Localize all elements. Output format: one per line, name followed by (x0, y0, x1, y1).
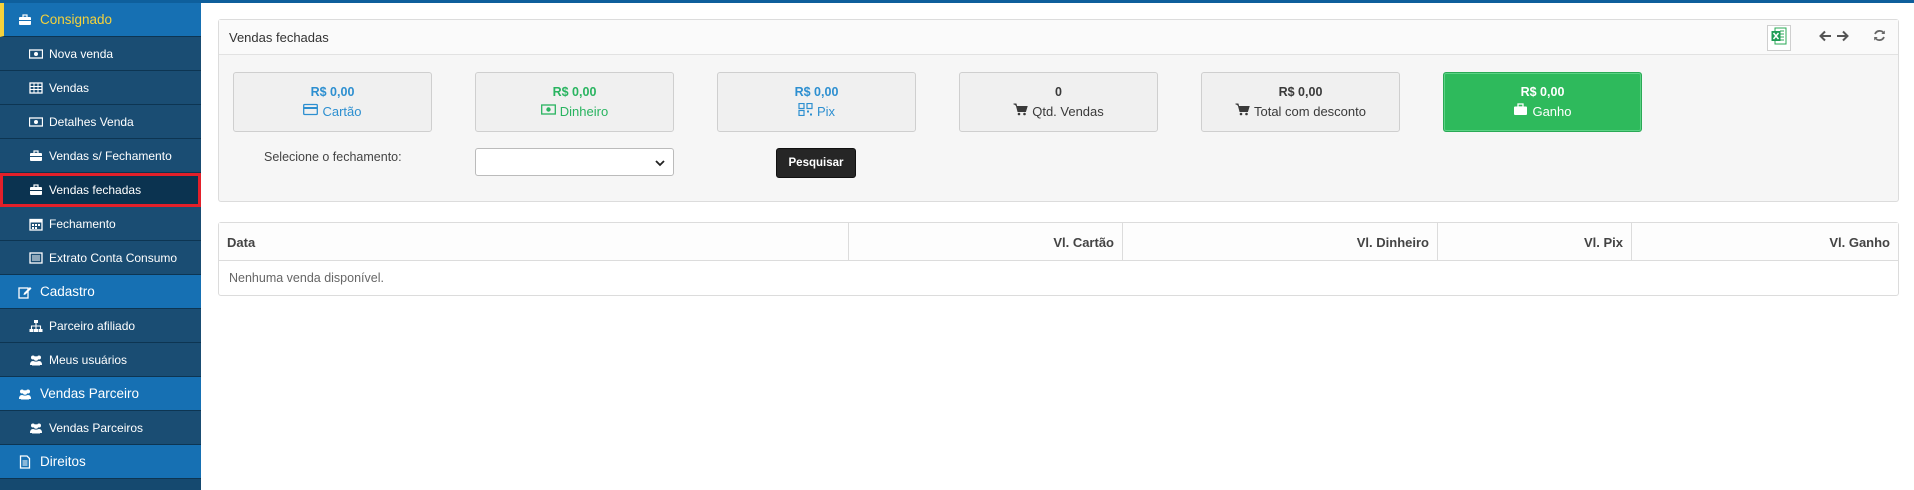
sidebar-item-label: Consignado (40, 12, 113, 27)
column-header-data[interactable]: Data (219, 223, 849, 261)
chevron-down-icon (655, 156, 665, 168)
sidebar-item-label: Vendas s/ Fechamento (49, 148, 172, 163)
stat-card-ganho: R$ 0,00 Ganho (1443, 72, 1642, 132)
column-header-vl-pix[interactable]: Vl. Pix (1438, 223, 1632, 261)
sidebar-item-label: Meus usuários (49, 352, 128, 367)
excel-icon (1771, 27, 1787, 48)
stat-label: Qtd. Vendas (1032, 104, 1104, 119)
fechamento-select[interactable] (475, 148, 674, 176)
pesquisar-button[interactable]: Pesquisar (776, 148, 856, 178)
stat-value: R$ 0,00 (794, 85, 839, 99)
cart-icon (1013, 102, 1028, 122)
sidebar-item-label: Fechamento (49, 216, 116, 231)
sitemap-icon (29, 319, 43, 333)
sidebar-item-vendas-fechadas[interactable]: Vendas fechadas (0, 173, 201, 207)
vendas-table: Data Vl. Cartão Vl. Dinheiro Vl. Pix Vl.… (218, 222, 1899, 296)
sidebar: Consignado Nova venda Vendas Detalhes Ve… (0, 3, 201, 490)
sidebar-item-vendas-sem-fechamento[interactable]: Vendas s/ Fechamento (0, 139, 201, 173)
sidebar-item-fechamento[interactable]: Fechamento (0, 207, 201, 241)
export-excel-button[interactable] (1767, 24, 1791, 51)
sidebar-item-extrato-conta-consumo[interactable]: Extrato Conta Consumo (0, 241, 201, 275)
briefcase-icon (29, 149, 43, 163)
sidebar-item-label: Parceiro afiliado (49, 318, 136, 333)
sidebar-item-label: Detalhes Venda (49, 114, 134, 129)
sidebar-item-vendas-parceiros[interactable]: Vendas Parceiros (0, 411, 201, 445)
money-icon (29, 47, 43, 61)
stat-label-row: Pix (798, 102, 835, 122)
document-icon (18, 454, 32, 469)
sidebar-item-label: Vendas Parceiro (40, 386, 140, 401)
briefcase-icon (18, 13, 32, 27)
users-icon (29, 421, 43, 435)
stat-card-dinheiro: R$ 0,00 Dinheiro (475, 72, 674, 132)
sidebar-item-label: Direitos (40, 454, 86, 469)
sidebar-section-vendas-parceiro[interactable]: Vendas Parceiro (0, 377, 201, 411)
stat-label-row: Total com desconto (1235, 102, 1366, 122)
money-icon (29, 115, 43, 129)
sidebar-item-nova-venda[interactable]: Nova venda (0, 37, 201, 71)
briefcase-icon (29, 183, 43, 197)
stat-label: Dinheiro (559, 104, 609, 119)
vendas-fechadas-panel: Vendas fechadas R$ 0,00 Cartão R$ 0,00 D… (218, 19, 1899, 202)
briefcase-icon (1513, 102, 1528, 122)
stat-label: Total com desconto (1253, 104, 1366, 119)
sidebar-item-label: Cadastro (40, 284, 95, 299)
stat-label-row: Cartão (303, 102, 362, 122)
sidebar-item-label: Vendas fechadas (49, 182, 142, 197)
users-icon (18, 387, 32, 401)
cart-icon (1235, 102, 1250, 122)
stat-value: 0 (1055, 85, 1062, 99)
refresh-icon[interactable] (1873, 29, 1886, 46)
stat-label: Pix (816, 104, 836, 119)
top-accent-bar (0, 0, 1914, 3)
sidebar-item-label: Vendas (49, 80, 90, 95)
column-header-vl-dinheiro[interactable]: Vl. Dinheiro (1123, 223, 1438, 261)
panel-tools (1767, 20, 1898, 55)
select-fechamento-label: Selecione o fechamento: (264, 150, 402, 164)
credit-card-icon (303, 102, 319, 122)
panel-title: Vendas fechadas (229, 29, 329, 45)
empty-table-row: Nenhuma venda disponível. (219, 261, 1898, 295)
sidebar-item-parceiro-afiliado[interactable]: Parceiro afiliado (0, 309, 201, 343)
stat-label: Cartão (322, 104, 362, 119)
table-icon (29, 81, 43, 95)
sidebar-section-consignado[interactable]: Consignado (0, 3, 201, 37)
stat-value: R$ 0,00 (1278, 85, 1323, 99)
stat-card-pix: R$ 0,00 Pix (717, 72, 916, 132)
list-icon (29, 251, 43, 265)
stat-value: R$ 0,00 (310, 85, 355, 99)
stat-value: R$ 0,00 (1520, 85, 1565, 99)
stat-label-row: Dinheiro (540, 102, 609, 122)
stat-card-cartao: R$ 0,00 Cartão (233, 72, 432, 132)
stat-card-total-desconto: R$ 0,00 Total com desconto (1201, 72, 1400, 132)
arrow-right-icon[interactable] (1836, 29, 1849, 46)
sidebar-section-cadastro[interactable]: Cadastro (0, 275, 201, 309)
sidebar-item-vendas[interactable]: Vendas (0, 71, 201, 105)
money-icon (540, 102, 556, 122)
stat-label: Ganho (1532, 104, 1572, 119)
stat-value: R$ 0,00 (552, 85, 597, 99)
arrow-left-icon[interactable] (1819, 29, 1832, 46)
sidebar-item-label: Vendas Parceiros (49, 420, 144, 435)
users-icon (29, 353, 43, 367)
empty-message: Nenhuma venda disponível. (229, 271, 384, 285)
sidebar-section-direitos[interactable]: Direitos (0, 445, 201, 479)
panel-header: Vendas fechadas (219, 20, 1898, 55)
stat-label-row: Ganho (1513, 102, 1572, 122)
sidebar-item-detalhes-venda[interactable]: Detalhes Venda (0, 105, 201, 139)
qrcode-icon (798, 102, 813, 122)
sidebar-item-meus-usuarios[interactable]: Meus usuários (0, 343, 201, 377)
sidebar-item-label: Extrato Conta Consumo (49, 250, 178, 265)
nav-arrows (1819, 29, 1849, 46)
edit-icon (18, 285, 32, 299)
calendar-icon (29, 217, 43, 231)
table-header: Data Vl. Cartão Vl. Dinheiro Vl. Pix Vl.… (219, 223, 1898, 261)
stat-label-row: Qtd. Vendas (1013, 102, 1104, 122)
column-header-vl-cartao[interactable]: Vl. Cartão (849, 223, 1123, 261)
sidebar-item-label: Nova venda (49, 46, 114, 61)
stat-card-qtd-vendas: 0 Qtd. Vendas (959, 72, 1158, 132)
column-header-vl-ganho[interactable]: Vl. Ganho (1632, 223, 1898, 261)
